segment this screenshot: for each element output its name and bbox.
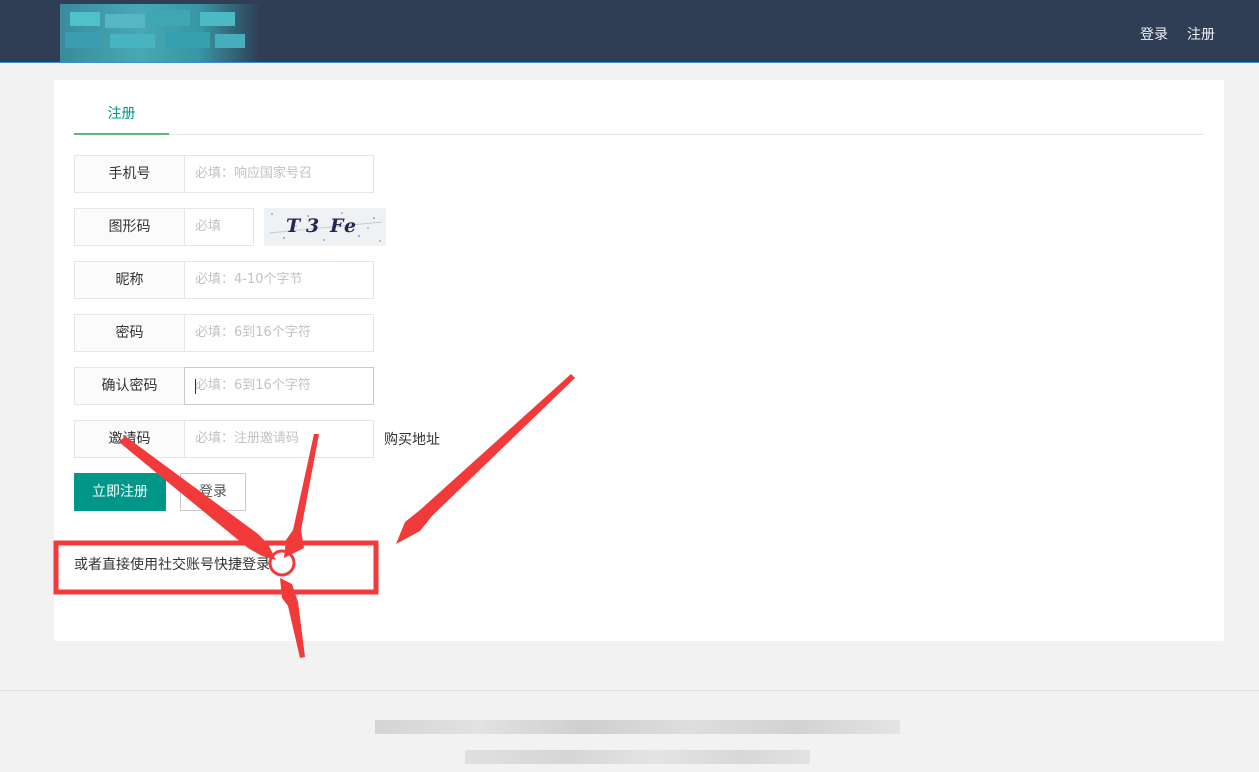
phone-input[interactable]: 必填：响应国家号召 — [184, 155, 374, 193]
footer-blurred-line-1 — [375, 720, 900, 734]
confirm-password-input[interactable]: 必填：6到16个字符 — [184, 367, 374, 405]
captcha-row: 图形码 必填 T 3 F e — [74, 208, 386, 246]
social-login-text: 或者直接使用社交账号快捷登录 — [74, 557, 270, 573]
phone-row: 手机号 必填：响应国家号召 — [74, 155, 374, 193]
register-card: 注册 手机号 必填：响应国家号召 图形码 必填 T 3 F e 昵称 必填：4-… — [54, 80, 1224, 641]
register-submit-button[interactable]: 立即注册 — [74, 473, 166, 511]
captcha-label: 图形码 — [74, 208, 184, 246]
nickname-input[interactable]: 必填：4-10个字节 — [184, 261, 374, 299]
top-nav: 登录 注册 — [1140, 24, 1215, 44]
buy-link[interactable]: 购买地址 — [384, 429, 440, 449]
nickname-label: 昵称 — [74, 261, 184, 299]
captcha-char-4: e — [344, 215, 357, 237]
tab-bar: 注册 — [74, 80, 1204, 135]
login-button[interactable]: 登录 — [180, 473, 246, 511]
confirm-password-label: 确认密码 — [74, 367, 184, 405]
invite-code-row: 邀请码 必填：注册邀请码 购买地址 — [74, 420, 440, 458]
password-input[interactable]: 必填：6到16个字符 — [184, 314, 374, 352]
site-logo[interactable] — [60, 4, 260, 62]
password-row: 密码 必填：6到16个字符 — [74, 314, 374, 352]
top-header: 登录 注册 — [0, 0, 1259, 63]
captcha-image[interactable]: T 3 F e — [264, 208, 386, 246]
captcha-char-2: 3 — [306, 215, 320, 237]
tab-register[interactable]: 注册 — [74, 80, 169, 135]
captcha-input[interactable]: 必填 — [184, 208, 254, 246]
nav-register-link[interactable]: 注册 — [1187, 24, 1215, 44]
invite-code-label: 邀请码 — [74, 420, 184, 458]
phone-label: 手机号 — [74, 155, 184, 193]
confirm-password-row: 确认密码 必填：6到16个字符 — [74, 367, 374, 405]
password-label: 密码 — [74, 314, 184, 352]
footer — [0, 690, 1259, 772]
nickname-row: 昵称 必填：4-10个字节 — [74, 261, 374, 299]
captcha-char-1: T — [286, 215, 301, 237]
nav-login-link[interactable]: 登录 — [1140, 24, 1168, 44]
captcha-noise — [268, 212, 383, 242]
captcha-char-3: F — [330, 215, 344, 237]
invite-code-input[interactable]: 必填：注册邀请码 — [184, 420, 374, 458]
footer-blurred-line-2 — [465, 750, 810, 764]
